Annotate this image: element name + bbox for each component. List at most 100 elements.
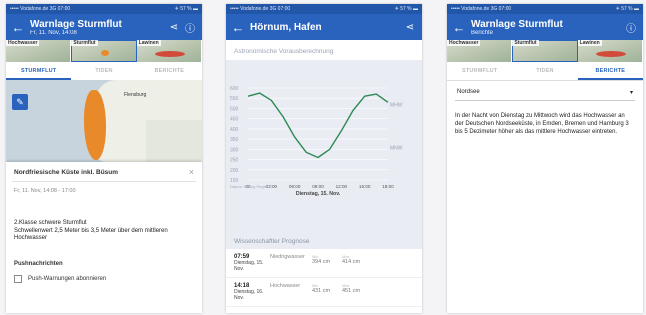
- forecast-max: 451 cm: [342, 288, 361, 294]
- thumb-hochwasser[interactable]: Hochwasser: [447, 40, 513, 62]
- app-title: Warnlage Sturmflut: [471, 18, 563, 30]
- x-axis-label: Dienstag, 15. Nov.: [296, 191, 341, 197]
- tab-tiden[interactable]: TIDEN: [71, 62, 136, 80]
- avalanche-marker: [154, 51, 185, 57]
- status-right: ✈ 57 % ▬: [394, 6, 418, 12]
- thumb-sturmflut[interactable]: Sturmflut: [512, 40, 578, 62]
- map-town-label: Flensburg: [124, 92, 147, 98]
- checkbox[interactable]: [14, 274, 22, 283]
- forecast-date: Dienstag, 16. Nov.: [234, 289, 264, 301]
- map-thumbnails: Hochwasser Sturmflut Lawinen: [447, 40, 643, 62]
- phone-tides: ••••• Vodafone.de 3G 07:00 ✈ 57 % ▬ ← Hö…: [226, 4, 422, 313]
- app-title: Hörnum, Hafen: [250, 21, 322, 33]
- section-prognosis: Wissenschaftler Prognose: [226, 230, 422, 249]
- thumb-lawinen[interactable]: Lawinen: [577, 40, 643, 62]
- forecast-row: 07:59 Dienstag, 15. Nov. Niedrigwasser M…: [226, 249, 422, 278]
- y-tick-label: 200: [230, 168, 239, 174]
- x-tick-label: 15:00: [359, 184, 371, 189]
- status-right: ✈ 57 % ▬: [174, 6, 198, 12]
- thumb-sturmflut[interactable]: Sturmflut: [71, 40, 137, 62]
- share-icon[interactable]: ⋖: [402, 22, 418, 33]
- push-option[interactable]: Push-Warnungen abonnieren: [6, 271, 202, 287]
- tab-berichte[interactable]: BERICHTE: [137, 62, 202, 80]
- tab-sturmflut[interactable]: STURMFLUT: [447, 62, 512, 80]
- thumb-label: Hochwasser: [6, 40, 40, 46]
- x-tick-label: 03:00: [266, 184, 278, 189]
- status-bar: ••••• Vodafone.de 3G 07:00 ✈ 57 % ▬: [447, 4, 643, 14]
- share-icon[interactable]: ⋖: [166, 22, 182, 33]
- status-bar: ••••• Vodafone.de 3G 07:00 ✈ 57 % ▬: [226, 4, 422, 14]
- forecast-min: 431 cm: [312, 288, 331, 294]
- tab-bar: STURMFLUT TIDEN BERICHTE: [447, 62, 643, 81]
- status-left: ••••• Vodafone.de 3G 07:00: [10, 6, 71, 12]
- tab-sturmflut[interactable]: STURMFLUT: [6, 62, 72, 80]
- app-subtitle: Berichte: [471, 29, 494, 36]
- y-tick-label: 450: [230, 117, 239, 123]
- thumb-lawinen[interactable]: Lawinen: [136, 40, 202, 62]
- y-tick-label: 350: [230, 137, 239, 143]
- status-left: ••••• Vodafone.de 3G 07:00: [451, 6, 512, 12]
- app-subtitle: Fr, 11. Nov, 14:08: [30, 29, 77, 36]
- y-tick-label: 400: [230, 127, 239, 133]
- tab-tiden[interactable]: TIDEN: [512, 62, 577, 80]
- info-icon[interactable]: ⓘ: [182, 20, 198, 35]
- thumb-label: Lawinen: [136, 40, 161, 46]
- mhw-label: MHW: [390, 102, 403, 108]
- close-icon[interactable]: ×: [189, 168, 194, 177]
- app-bar: ← Warnlage Sturmflut Berichte ⓘ: [447, 14, 643, 40]
- status-bar: ••••• Vodafone.de 3G 07:00 ✈ 57 % ▬: [6, 4, 202, 14]
- status-left: ••••• Vodafone.de 3G 07:00: [230, 6, 291, 12]
- warning-popup: Nordfriesische Küste inkl. Büsum × Fr, 1…: [6, 162, 202, 313]
- thumb-label: Sturmflut: [512, 40, 539, 46]
- section-astronomical: Astronomische Vorausberechnung: [234, 48, 334, 55]
- x-tick-label: 09:00: [312, 184, 324, 189]
- land-area: [146, 120, 202, 162]
- map-thumbnails: Hochwasser Sturmflut Lawinen: [6, 40, 202, 62]
- region-select[interactable]: Nordsee ▾: [455, 85, 635, 101]
- y-tick-label: 550: [230, 96, 239, 102]
- warning-area: [84, 90, 106, 160]
- thumb-hochwasser[interactable]: Hochwasser: [6, 40, 72, 62]
- thumb-label: Lawinen: [577, 40, 602, 46]
- tide-line: [247, 92, 389, 159]
- surge-marker: [101, 50, 110, 56]
- x-tick-label: 12:00: [336, 184, 348, 189]
- status-right: ✈ 57 % ▬: [615, 6, 639, 12]
- thumb-label: Hochwasser: [447, 40, 481, 46]
- y-tick-label: 250: [230, 158, 239, 164]
- app-bar: ← Warnlage Sturmflut Fr, 11. Nov, 14:08 …: [6, 14, 202, 40]
- tide-chart: 600550500450400350300250200150MHWMNW00 03…: [230, 86, 403, 197]
- y-tick-label: 600: [230, 86, 239, 92]
- back-arrow-icon[interactable]: ←: [10, 20, 26, 35]
- edit-icon[interactable]: ✎: [12, 94, 28, 110]
- tab-berichte[interactable]: BERICHTE: [577, 62, 643, 80]
- x-tick-label: 06:00: [289, 184, 301, 189]
- map-view[interactable]: ✎ Flensburg: [6, 80, 202, 162]
- phone-storm-surge: ••••• Vodafone.de 3G 07:00 ✈ 57 % ▬ ← Wa…: [6, 4, 202, 313]
- divider: [12, 181, 196, 182]
- tab-bar: STURMFLUT TIDEN BERICHTE: [6, 62, 202, 81]
- x-tick-label: 18:00: [382, 184, 394, 189]
- avalanche-marker: [595, 51, 626, 57]
- app-title: Warnlage Sturmflut: [30, 18, 122, 30]
- info-icon[interactable]: ⓘ: [623, 20, 639, 35]
- push-option-label: Push-Warnungen abonnieren: [28, 275, 107, 282]
- popup-title: Nordfriesische Küste inkl. Büsum: [14, 169, 119, 176]
- forecast-section: Wissenschaftler Prognose 07:59 Dienstag,…: [226, 230, 422, 313]
- report-text: In der Nacht von Dienstag zu Mittwoch wi…: [455, 113, 629, 135]
- app-bar: ← Hörnum, Hafen ⋖: [226, 14, 422, 40]
- back-arrow-icon[interactable]: ←: [451, 20, 467, 35]
- push-heading: Pushnachrichten: [14, 260, 63, 267]
- forecast-max: 414 cm: [342, 259, 361, 265]
- back-arrow-icon[interactable]: ←: [230, 20, 246, 35]
- thumb-label: Sturmflut: [71, 40, 98, 46]
- phone-reports: ••••• Vodafone.de 3G 07:00 ✈ 57 % ▬ ← Wa…: [447, 4, 643, 313]
- mnw-label: MNW: [390, 145, 403, 151]
- forecast-min: 394 cm: [312, 259, 331, 265]
- y-tick-label: 500: [230, 106, 239, 112]
- chevron-down-icon: ▾: [629, 90, 633, 96]
- left-note: Datum: Bezug Pegel: [230, 184, 267, 189]
- forecast-kind: Niedrigwasser: [270, 254, 305, 260]
- forecast-row: 14:18 Dienstag, 16. Nov. Hochwasser Min …: [226, 278, 422, 307]
- region-value: Nordsee: [457, 89, 480, 95]
